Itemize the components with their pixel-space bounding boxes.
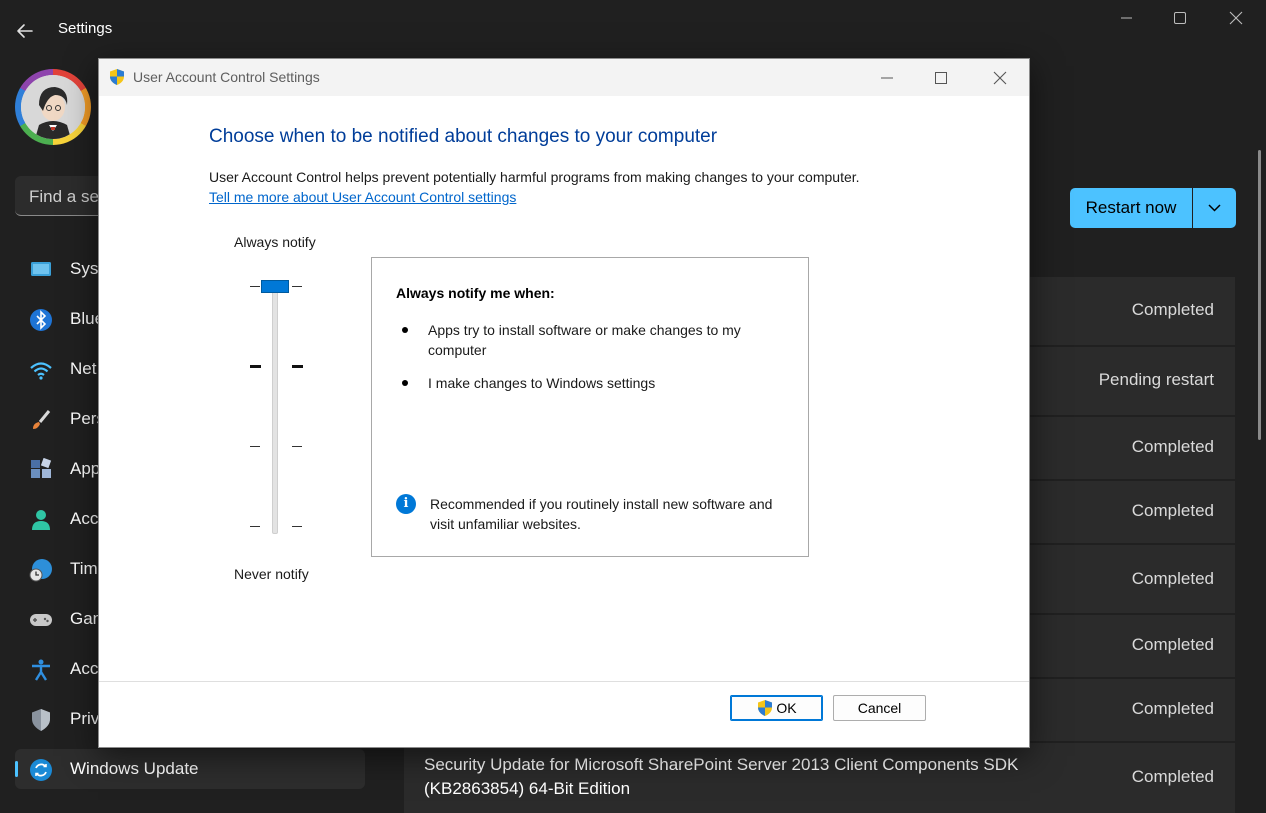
slider-tick xyxy=(292,286,302,287)
slider-tick xyxy=(292,365,303,368)
panel-title: Always notify me when: xyxy=(396,285,555,301)
back-button[interactable] xyxy=(12,18,38,44)
dialog-title: User Account Control Settings xyxy=(133,69,320,85)
info-icon: i xyxy=(396,494,416,514)
dialog-description: User Account Control helps prevent poten… xyxy=(209,169,860,185)
brush-icon xyxy=(33,410,51,429)
slider-tick xyxy=(250,365,261,368)
gamepad-icon xyxy=(30,614,52,626)
dialog-heading: Choose when to be notified about changes… xyxy=(209,126,718,147)
avatar-image xyxy=(21,75,85,139)
dialog-minimize-button[interactable] xyxy=(877,68,897,88)
sidebar-item-label: Windows Update xyxy=(70,759,199,778)
sidebar-item[interactable]: Windows Update xyxy=(15,749,365,789)
slider-tick xyxy=(250,446,260,447)
sidebar-item-label: Acc xyxy=(70,509,99,528)
bullet-icon xyxy=(402,327,408,333)
update-status: Completed xyxy=(1131,437,1214,456)
panel-item: Apps try to install software or make cha… xyxy=(428,322,741,358)
uac-shield-icon xyxy=(110,69,124,85)
bluetooth-icon xyxy=(30,309,52,331)
slider-tick xyxy=(292,446,302,447)
windows-update-icon xyxy=(30,759,52,781)
chevron-down-icon xyxy=(1208,204,1221,212)
update-name-line: (KB2863854) 64-Bit Edition xyxy=(424,779,631,798)
search-placeholder: Find a se xyxy=(29,187,99,206)
update-status: Completed xyxy=(1131,635,1214,654)
update-status: Pending restart xyxy=(1098,370,1214,389)
uac-dialog: User Account Control Settings Choose whe… xyxy=(98,58,1030,748)
maximize-icon xyxy=(1174,12,1186,24)
wifi-icon xyxy=(30,362,52,380)
person-icon xyxy=(32,510,50,530)
apps-icon xyxy=(31,458,52,478)
close-button[interactable] xyxy=(1216,8,1256,28)
footer-divider xyxy=(99,681,1029,682)
sidebar-item-label: App xyxy=(70,459,101,478)
close-icon xyxy=(1229,11,1243,25)
shield-icon xyxy=(32,709,50,731)
recommendation-note: Recommended if you routinely install new… xyxy=(430,496,773,532)
sidebar-item-label: Net xyxy=(70,359,97,378)
sidebar-item-label: Acc xyxy=(70,659,99,678)
cancel-button[interactable]: Cancel xyxy=(833,695,926,721)
slider-tick xyxy=(292,526,302,527)
scrollbar[interactable] xyxy=(1258,150,1261,440)
bullet-icon xyxy=(402,380,408,386)
maximize-icon xyxy=(935,72,947,84)
back-arrow-icon xyxy=(17,24,33,38)
update-name-line: Security Update for Microsoft SharePoint… xyxy=(424,755,1019,774)
restart-now-button[interactable]: Restart now xyxy=(1070,188,1192,228)
avatar[interactable] xyxy=(15,69,91,145)
update-status: Completed xyxy=(1131,501,1214,520)
slider-top-label: Always notify xyxy=(234,234,316,250)
history-row[interactable]: Security Update for Microsoft SharePoint… xyxy=(404,743,1235,813)
close-icon xyxy=(993,71,1007,85)
slider-tick xyxy=(250,526,260,527)
sidebar-item-label: Tim xyxy=(70,559,98,578)
update-status: Completed xyxy=(1131,569,1214,588)
slider-bottom-label: Never notify xyxy=(234,566,309,582)
search-input[interactable]: Find a se xyxy=(15,176,105,216)
dialog-title-bar: User Account Control Settings xyxy=(99,59,1029,96)
restart-options-button[interactable] xyxy=(1193,188,1236,228)
uac-shield-icon xyxy=(758,700,773,716)
update-status: Completed xyxy=(1131,300,1214,319)
ok-label: OK xyxy=(776,700,797,716)
display-icon xyxy=(31,262,51,276)
slider-tick xyxy=(250,286,260,287)
update-status: Completed xyxy=(1131,767,1214,786)
slider-thumb[interactable] xyxy=(261,280,289,293)
ok-button[interactable]: OK xyxy=(730,695,823,721)
uac-help-link[interactable]: Tell me more about User Account Control … xyxy=(209,189,516,205)
sidebar-item-label: Priv xyxy=(70,709,100,728)
dialog-maximize-button[interactable] xyxy=(931,68,951,88)
level-description-panel: Always notify me when: Apps try to insta… xyxy=(371,257,809,557)
slider-track[interactable] xyxy=(272,281,278,534)
update-status: Completed xyxy=(1131,699,1214,718)
title-bar: Settings xyxy=(0,0,1266,60)
minimize-icon xyxy=(881,77,893,79)
minimize-button[interactable] xyxy=(1106,8,1146,28)
minimize-icon xyxy=(1121,17,1132,19)
update-name: Security Update for Microsoft SharePoint… xyxy=(424,753,1018,801)
dialog-close-button[interactable] xyxy=(990,68,1010,88)
maximize-button[interactable] xyxy=(1160,8,1200,28)
app-title: Settings xyxy=(58,20,113,37)
globe-clock-icon xyxy=(29,559,52,582)
accessibility-icon xyxy=(32,659,50,681)
panel-item: I make changes to Windows settings xyxy=(428,375,656,391)
